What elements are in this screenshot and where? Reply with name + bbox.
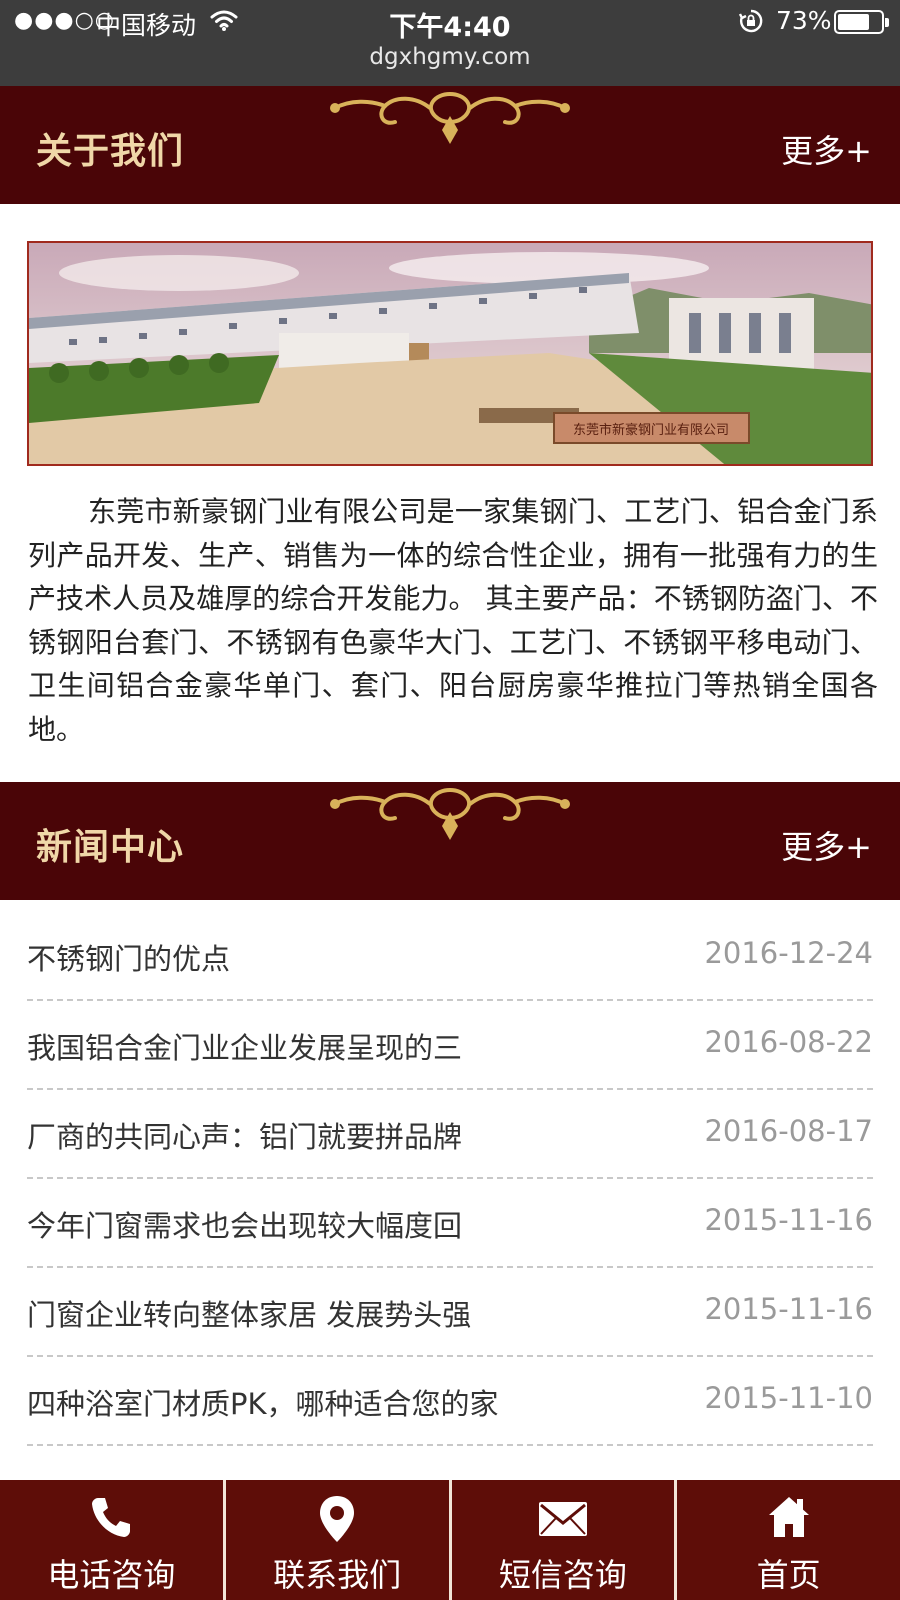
news-section-title: 新闻中心 bbox=[36, 827, 185, 868]
news-date: 2016-08-17 bbox=[704, 1114, 873, 1148]
battery-level bbox=[838, 14, 869, 30]
news-more-link[interactable]: 更多+ bbox=[781, 822, 872, 868]
about-more-link[interactable]: 更多+ bbox=[781, 126, 872, 172]
gold-ornament-icon bbox=[330, 92, 570, 144]
battery-icon bbox=[834, 10, 889, 34]
news-list: 不锈钢门的优点 2016-12-24 我国铝合金门业企业发展呈现的三 2016-… bbox=[27, 912, 873, 1446]
news-item[interactable]: 四种浴室门材质PK，哪种适合您的家 2015-11-10 bbox=[27, 1357, 873, 1446]
factory-photo: 东莞市新豪钢门业有限公司 bbox=[27, 241, 873, 466]
battery-percentage: 73% bbox=[776, 6, 832, 35]
news-item[interactable]: 门窗企业转向整体家居 发展势头强 2015-11-16 bbox=[27, 1268, 873, 1357]
bottom-navigation: 电话咨询 联系我们 短信咨询 首页 bbox=[0, 1480, 900, 1600]
news-title[interactable]: 不锈钢门的优点 bbox=[27, 936, 230, 978]
clock-time: 下午4:40 bbox=[389, 12, 511, 43]
news-date: 2016-12-24 bbox=[704, 936, 873, 970]
nav-phone-consult[interactable]: 电话咨询 bbox=[0, 1480, 226, 1600]
news-date: 2016-08-22 bbox=[704, 1025, 873, 1059]
news-title[interactable]: 我国铝合金门业企业发展呈现的三 bbox=[27, 1025, 462, 1067]
nav-sms-consult[interactable]: 短信咨询 bbox=[452, 1480, 678, 1600]
news-item[interactable]: 厂商的共同心声：铝门就要拼品牌 2016-08-17 bbox=[27, 1090, 873, 1179]
news-title[interactable]: 今年门窗需求也会出现较大幅度回 bbox=[27, 1203, 462, 1245]
url-address[interactable]: dgxhgmy.com bbox=[0, 44, 900, 70]
location-pin-icon bbox=[317, 1494, 357, 1548]
factory-sign-text: 东莞市新豪钢门业有限公司 bbox=[573, 422, 729, 438]
nav-label: 电话咨询 bbox=[47, 1556, 176, 1594]
nav-label: 联系我们 bbox=[273, 1556, 402, 1594]
home-icon bbox=[766, 1494, 812, 1544]
about-description: 东莞市新豪钢门业有限公司是一家集钢门、工艺门、铝合金门系列产品开发、生产、销售为… bbox=[28, 495, 878, 746]
news-item[interactable]: 今年门窗需求也会出现较大幅度回 2015-11-16 bbox=[27, 1179, 873, 1268]
rotation-lock-icon bbox=[738, 8, 764, 38]
about-section-title: 关于我们 bbox=[36, 131, 185, 172]
news-title[interactable]: 四种浴室门材质PK，哪种适合您的家 bbox=[27, 1381, 499, 1423]
envelope-icon bbox=[537, 1494, 589, 1544]
phone-icon bbox=[88, 1494, 134, 1544]
news-date: 2015-11-16 bbox=[704, 1203, 873, 1237]
news-title[interactable]: 门窗企业转向整体家居 发展势头强 bbox=[27, 1292, 471, 1334]
news-section-header: 新闻中心 更多+ bbox=[0, 782, 900, 900]
news-date: 2015-11-10 bbox=[704, 1381, 873, 1415]
about-section-header: 关于我们 更多+ bbox=[0, 86, 900, 204]
nav-label: 短信咨询 bbox=[498, 1556, 627, 1594]
news-item[interactable]: 我国铝合金门业企业发展呈现的三 2016-08-22 bbox=[27, 1001, 873, 1090]
status-bar: ●●●○○ 中国移动 下午4:40 73% dgxhgmy.com bbox=[0, 0, 900, 86]
news-date: 2015-11-16 bbox=[704, 1292, 873, 1326]
nav-label: 首页 bbox=[756, 1556, 821, 1594]
gold-ornament-icon bbox=[330, 788, 570, 840]
news-item[interactable]: 不锈钢门的优点 2016-12-24 bbox=[27, 912, 873, 1001]
news-title[interactable]: 厂商的共同心声：铝门就要拼品牌 bbox=[27, 1114, 462, 1156]
nav-home[interactable]: 首页 bbox=[677, 1480, 900, 1600]
nav-contact-us[interactable]: 联系我们 bbox=[226, 1480, 452, 1600]
